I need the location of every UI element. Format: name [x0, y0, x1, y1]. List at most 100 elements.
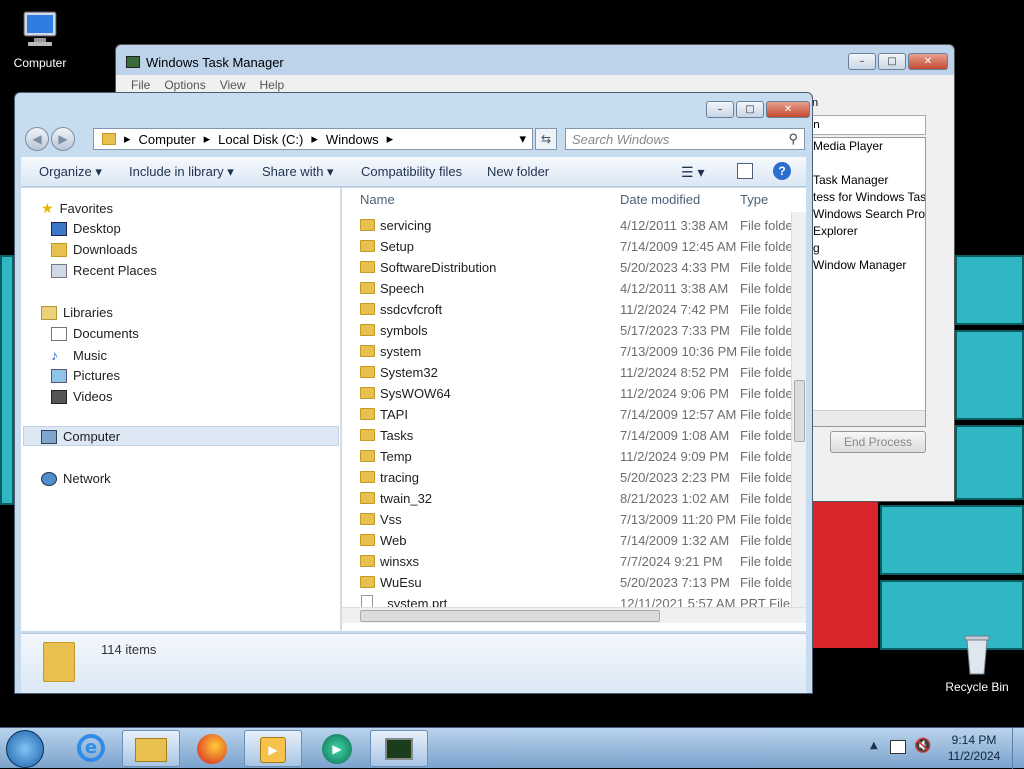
taskbar-media-player[interactable]: ▶ [244, 730, 302, 767]
file-row[interactable]: Web 7/14/2009 1:32 AM File folder [342, 530, 792, 551]
nav-videos[interactable]: Videos [51, 389, 113, 404]
breadcrumb-separator-icon[interactable]: ▸ [204, 131, 211, 147]
nav-desktop[interactable]: Desktop [51, 221, 121, 236]
file-list[interactable]: Name Date modified Type servicing 4/12/20… [342, 188, 806, 631]
file-date-modified: 7/7/2024 9:21 PM [620, 554, 723, 569]
back-button[interactable]: ◀ [25, 127, 49, 151]
recycle-bin-icon [953, 632, 1001, 676]
desktop-icon-computer[interactable]: Computer [0, 8, 80, 70]
new-folder-button[interactable]: New folder [487, 164, 549, 179]
breadcrumb-separator-icon[interactable]: ▸ [387, 131, 394, 147]
file-row[interactable]: symbols 5/17/2023 7:33 PM File folder [342, 320, 792, 341]
explorer-window[interactable]: – □ ✕ ◀ ▶ ▸ Computer ▸ Local Disk (C:) ▸… [14, 92, 813, 694]
breadcrumb-computer[interactable]: Computer [139, 132, 196, 147]
file-row[interactable]: Temp 11/2/2024 9:09 PM File folder [342, 446, 792, 467]
file-row[interactable]: servicing 4/12/2011 3:38 AM File folder [342, 215, 792, 236]
nav-documents[interactable]: Documents [51, 326, 139, 341]
end-process-button[interactable]: End Process [830, 431, 926, 453]
taskbar-firefox[interactable] [183, 730, 241, 767]
file-row[interactable]: SoftwareDistribution 5/20/2023 4:33 PM Fil… [342, 257, 792, 278]
file-row[interactable]: system 7/13/2009 10:36 PM File folder [342, 341, 792, 362]
file-row[interactable]: WuEsu 5/20/2023 7:13 PM File folder [342, 572, 792, 593]
nav-pictures[interactable]: Pictures [51, 368, 120, 383]
minimize-button[interactable]: – [848, 53, 876, 70]
file-row[interactable]: twain_32 8/21/2023 1:02 AM File folder [342, 488, 792, 509]
scrollbar-thumb[interactable] [794, 380, 805, 442]
folder-icon [360, 303, 375, 315]
scrollbar-thumb[interactable] [360, 610, 660, 622]
desktop-icon-recycle-bin[interactable]: Recycle Bin [937, 632, 1017, 694]
preview-pane-icon[interactable] [737, 163, 753, 179]
breadcrumb-local-disk[interactable]: Local Disk (C:) [218, 132, 303, 147]
maximize-button[interactable]: □ [878, 53, 906, 70]
process-list[interactable]: Media Player Task Manager tess for Windo… [810, 137, 926, 427]
process-row[interactable]: Task Manager [811, 172, 925, 189]
file-name: TAPI [380, 407, 408, 422]
network-tray-icon[interactable] [890, 740, 906, 754]
column-header-name[interactable]: Name [360, 188, 395, 212]
process-row[interactable] [811, 155, 925, 172]
maximize-button[interactable]: □ [736, 101, 764, 118]
file-row[interactable]: tracing 5/20/2023 2:23 PM File folder [342, 467, 792, 488]
process-row[interactable]: tess for Windows Tasks [811, 189, 925, 206]
file-row[interactable]: Setup 7/14/2009 12:45 AM File folder [342, 236, 792, 257]
clock-time[interactable]: 9:14 PM [942, 733, 1006, 747]
file-date-modified: 11/2/2024 8:52 PM [620, 365, 729, 380]
nav-downloads[interactable]: Downloads [51, 242, 137, 257]
show-hidden-icons-icon[interactable]: ▲ [870, 740, 878, 751]
volume-muted-icon[interactable]: 🔇 [914, 738, 931, 754]
taskbar-media-center[interactable]: ▶ [308, 730, 366, 767]
compatibility-files-button[interactable]: Compatibility files [361, 164, 462, 179]
breadcrumb-windows[interactable]: Windows [326, 132, 379, 147]
taskbar-internet-explorer[interactable]: e [62, 730, 120, 767]
nav-recent-places[interactable]: Recent Places [51, 263, 157, 278]
process-row[interactable]: Explorer [811, 223, 925, 240]
horizontal-scrollbar[interactable] [811, 410, 925, 426]
file-row[interactable]: Speech 4/12/2011 3:38 AM File folder [342, 278, 792, 299]
search-input[interactable]: Search Windows ⚲ [565, 128, 805, 150]
include-in-library-button[interactable]: Include in library ▾ [129, 164, 234, 180]
nav-favorites[interactable]: ★ Favorites [41, 200, 113, 217]
process-row[interactable]: Windows Search Prot... [811, 206, 925, 223]
start-button[interactable] [6, 730, 44, 768]
file-row[interactable]: ssdcvfcroft 11/2/2024 7:42 PM File folder [342, 299, 792, 320]
taskbar-task-manager[interactable] [370, 730, 428, 767]
show-desktop-button[interactable] [1012, 728, 1024, 769]
close-button[interactable]: ✕ [766, 101, 810, 118]
process-row[interactable]: g [811, 240, 925, 257]
process-list-header[interactable]: n [810, 115, 926, 135]
help-icon[interactable]: ? [773, 162, 791, 180]
minimize-button[interactable]: – [706, 101, 734, 118]
breadcrumb-separator-icon[interactable]: ▸ [311, 131, 318, 147]
horizontal-scrollbar[interactable] [342, 607, 806, 623]
process-row[interactable]: Media Player [811, 138, 925, 155]
address-bar[interactable]: ▸ Computer ▸ Local Disk (C:) ▸ Windows ▸… [93, 128, 533, 150]
process-row[interactable]: Window Manager [811, 257, 925, 274]
nav-libraries[interactable]: Libraries [41, 305, 113, 320]
address-dropdown-icon[interactable]: ▾ [519, 131, 526, 147]
clock-date[interactable]: 11/2/2024 [942, 749, 1006, 763]
music-icon: ♪ [51, 347, 58, 363]
close-button[interactable]: ✕ [908, 53, 948, 70]
column-header-date[interactable]: Date modified [620, 188, 700, 212]
breadcrumb-separator-icon[interactable]: ▸ [124, 131, 131, 147]
refresh-button[interactable]: ⇆ [535, 128, 557, 150]
file-date-modified: 7/13/2009 10:36 PM [620, 344, 738, 359]
column-header-type[interactable]: Type [740, 188, 768, 212]
file-row[interactable]: TAPI 7/14/2009 12:57 AM File folder [342, 404, 792, 425]
forward-button[interactable]: ▶ [51, 127, 75, 151]
taskbar-windows-explorer[interactable] [122, 730, 180, 767]
tab-fragment[interactable]: n [810, 97, 950, 111]
view-options-icon[interactable]: ☰ ▾ [681, 164, 704, 181]
organize-button[interactable]: Organize ▾ [39, 164, 102, 180]
file-row[interactable]: SysWOW64 11/2/2024 9:06 PM File folder [342, 383, 792, 404]
file-row[interactable]: Tasks 7/14/2009 1:08 AM File folder [342, 425, 792, 446]
file-row[interactable]: winsxs 7/7/2024 9:21 PM File folder [342, 551, 792, 572]
file-row[interactable]: Vss 7/13/2009 11:20 PM File folder [342, 509, 792, 530]
file-row[interactable]: System32 11/2/2024 8:52 PM File folder [342, 362, 792, 383]
nav-music[interactable]: ♪ Music [51, 347, 107, 363]
nav-computer[interactable]: Computer [41, 429, 120, 444]
nav-network[interactable]: Network [41, 471, 111, 486]
share-with-button[interactable]: Share with ▾ [262, 164, 334, 180]
vertical-scrollbar[interactable] [791, 212, 806, 607]
